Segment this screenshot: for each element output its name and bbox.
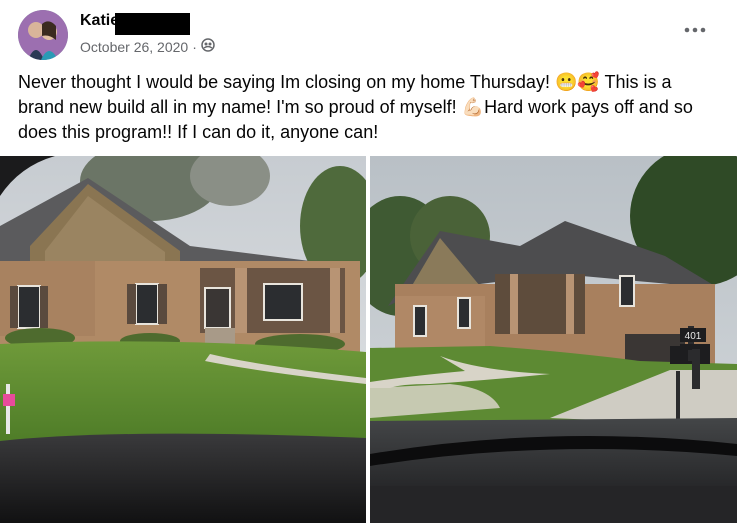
post-text-part1: Never thought I would be saying Im closi… [18,72,555,92]
smiling-hearts-emoji-icon: 🥰 [577,72,600,92]
post-text: Never thought I would be saying Im closi… [18,70,718,145]
redaction-bar [115,13,190,35]
avatar[interactable] [18,10,68,60]
post-header: Katie October 26, 2020 · [0,0,737,62]
grimacing-emoji-icon: 😬 [554,72,578,92]
photo-right[interactable]: 401 [370,156,737,523]
mailbox-number: 401 [685,331,702,342]
meta-separator: · [192,38,197,55]
post-meta: October 26, 2020 · [80,38,215,55]
friends-audience-icon[interactable] [201,38,215,55]
flexed-biceps-emoji-icon: 💪🏻 [461,97,485,117]
more-options-icon[interactable] [682,20,708,40]
photo-left[interactable] [0,156,366,523]
photo-grid: 401 [0,156,737,523]
author-name[interactable]: Katie [80,12,119,30]
post-date[interactable]: October 26, 2020 [80,39,188,55]
